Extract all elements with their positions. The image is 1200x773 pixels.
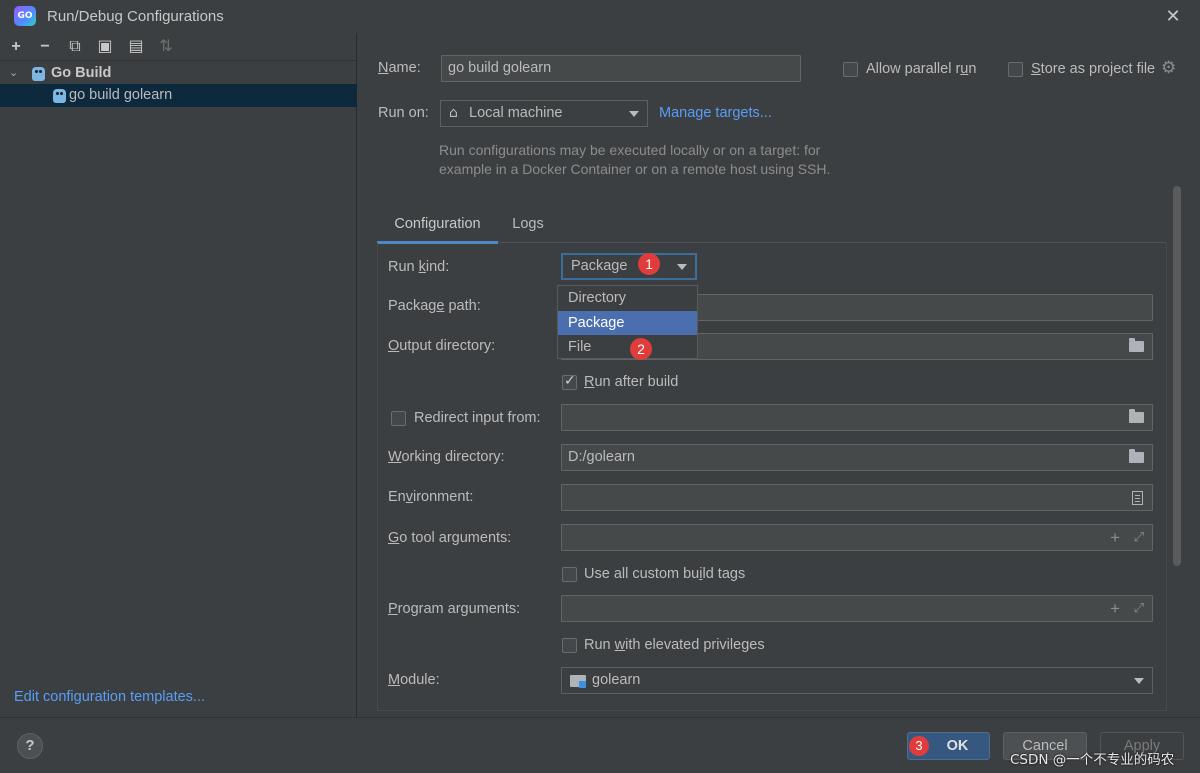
module-select[interactable]: golearn [561, 667, 1153, 694]
dropdown-option-file[interactable]: File [558, 335, 697, 359]
go-gopher-icon [32, 67, 45, 81]
tree-node-label: Go Build [51, 65, 112, 81]
csdn-watermark: CSDN @一个不专业的码农 [1010, 752, 1175, 768]
package-path-label: Package path: [388, 298, 481, 314]
working-directory-label: Working directory: [388, 449, 505, 465]
configurations-sidebar [0, 33, 357, 717]
environment-field[interactable] [561, 484, 1153, 511]
edit-environment-icon[interactable] [1132, 491, 1143, 505]
run-kind-select[interactable]: Package [561, 253, 697, 280]
home-icon: ⌂ [449, 105, 458, 121]
program-arguments-label: Program arguments: [388, 601, 521, 617]
run-on-hint-line-1: Run configurations may be executed local… [439, 142, 821, 158]
module-value: golearn [592, 672, 641, 688]
add-macro-icon[interactable]: + [1110, 598, 1120, 620]
dropdown-option-package[interactable]: Package [558, 311, 697, 335]
folder-icon[interactable] [1129, 338, 1144, 352]
run-after-build-checkbox[interactable] [562, 373, 577, 390]
use-custom-build-tags-label: Use all custom build tags [584, 566, 746, 582]
add-macro-icon[interactable]: + [1110, 527, 1120, 549]
expand-icon[interactable]: ⤢ [1134, 598, 1144, 620]
go-tool-arguments-label: Go tool arguments: [388, 530, 512, 546]
vertical-scrollbar[interactable] [1173, 186, 1181, 566]
tree-node-go-build[interactable]: ⌄ Go Build [0, 62, 357, 85]
name-field[interactable]: go build golearn [441, 55, 801, 82]
run-on-value: Local machine [469, 105, 563, 121]
tab-logs[interactable]: Logs [498, 208, 558, 242]
allow-parallel-run-label: Allow parallel run [866, 61, 977, 77]
environment-label: Environment: [388, 489, 474, 505]
ok-button-label: OK [946, 738, 969, 754]
edit-configuration-templates-link[interactable]: Edit configuration templates... [14, 689, 205, 705]
annotation-badge-1: 1 [638, 253, 660, 275]
chevron-down-icon[interactable]: ⌄ [9, 62, 18, 85]
run-elevated-label: Run with elevated privileges [584, 637, 765, 653]
redirect-input-field[interactable] [561, 404, 1153, 431]
go-gopher-icon [53, 89, 66, 103]
go-tool-arguments-field[interactable]: + ⤢ [561, 524, 1153, 551]
run-elevated-checkbox[interactable] [562, 638, 577, 653]
redirect-input-label: Redirect input from: [414, 410, 541, 426]
tree-node-label: go build golearn [69, 87, 173, 103]
help-button[interactable]: ? [17, 733, 43, 759]
output-directory-label: Output directory: [388, 338, 496, 354]
tab-configuration[interactable]: Configuration [377, 208, 498, 244]
sort-configurations-icon[interactable]: ⇅ [156, 38, 176, 56]
chevron-down-icon [677, 264, 687, 270]
working-directory-field[interactable]: D:/golearn [561, 444, 1153, 471]
goland-app-icon: GO [14, 6, 36, 26]
name-label: Name: [378, 60, 421, 76]
folder-icon[interactable] [1129, 449, 1144, 463]
allow-parallel-run-checkbox[interactable] [843, 62, 858, 77]
annotation-badge-3: 3 [909, 736, 929, 756]
close-icon[interactable]: ✕ [1162, 5, 1184, 27]
remove-configuration-icon[interactable]: − [35, 38, 55, 56]
window-title: Run/Debug Configurations [47, 8, 224, 25]
move-to-folder-icon[interactable]: ▤ [126, 38, 146, 56]
annotation-badge-2: 2 [630, 338, 652, 360]
redirect-input-checkbox[interactable] [391, 411, 406, 426]
run-on-select[interactable]: ⌂ Local machine [440, 100, 648, 127]
run-kind-dropdown: Directory Package File [557, 285, 698, 359]
chevron-down-icon [1134, 678, 1144, 684]
gear-icon[interactable]: ⚙ [1161, 58, 1176, 78]
run-on-label: Run on: [378, 105, 429, 121]
run-after-build-label: Run after build [584, 374, 679, 390]
working-directory-value: D:/golearn [568, 449, 635, 465]
program-arguments-field[interactable]: + ⤢ [561, 595, 1153, 622]
tree-node-go-build-golearn[interactable]: go build golearn [0, 84, 357, 107]
run-on-hint-line-2: example in a Docker Container or on a re… [439, 161, 831, 177]
module-label: Module: [388, 672, 440, 688]
add-configuration-icon[interactable]: + [6, 38, 26, 56]
run-kind-value: Package [571, 258, 628, 274]
copy-configuration-icon[interactable]: ⧉ [65, 38, 85, 56]
manage-targets-link[interactable]: Manage targets... [659, 105, 772, 121]
dropdown-option-directory[interactable]: Directory [558, 286, 697, 310]
store-as-project-file-label: Store as project file [1031, 61, 1156, 77]
run-kind-label: Run kind: [388, 259, 450, 275]
use-custom-build-tags-checkbox[interactable] [562, 567, 577, 582]
expand-icon[interactable]: ⤢ [1134, 527, 1144, 549]
module-badge-icon [579, 681, 586, 688]
chevron-down-icon [629, 111, 639, 117]
store-as-project-file-checkbox[interactable] [1008, 62, 1023, 77]
folder-icon[interactable] [1129, 409, 1144, 423]
save-configuration-icon[interactable]: ▣ [95, 38, 115, 56]
